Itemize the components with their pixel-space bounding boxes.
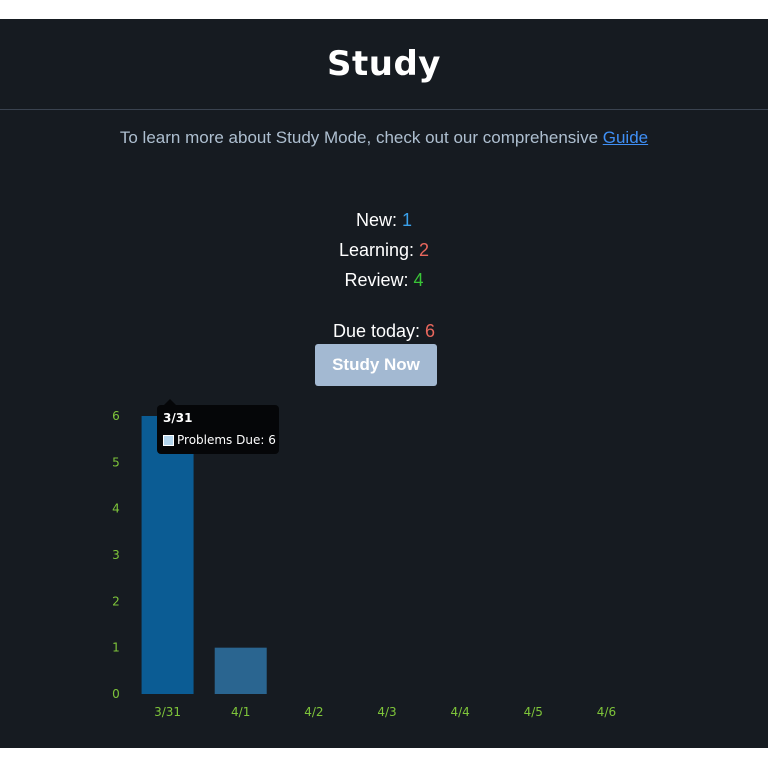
x-tick-label: 4/1 xyxy=(231,705,250,719)
tooltip-title: 3/31 xyxy=(163,411,193,425)
tooltip-row: Problems Due: 6 xyxy=(163,433,276,447)
tooltip-swatch xyxy=(163,434,174,446)
y-tick-label: 0 xyxy=(112,687,120,701)
x-tick-label: 4/3 xyxy=(377,705,396,719)
y-tick-label: 5 xyxy=(112,455,120,469)
y-tick-label: 4 xyxy=(112,502,120,516)
due-chart: 0 1 2 3 4 5 6 3/31 4/1 4/2 4/3 4/4 4/5 4/6 xyxy=(112,409,616,719)
x-tick-label: 4/4 xyxy=(450,705,469,719)
tooltip-label: Problems Due: 6 xyxy=(177,433,276,447)
x-tick-label: 4/2 xyxy=(304,705,323,719)
chart-tooltip: 3/31 Problems Due: 6 xyxy=(157,399,279,454)
y-tick-label: 3 xyxy=(112,548,120,562)
y-tick-label: 2 xyxy=(112,594,120,608)
y-tick-label: 6 xyxy=(112,409,120,423)
x-tick-label: 4/5 xyxy=(524,705,543,719)
x-tick-label: 4/6 xyxy=(597,705,616,719)
bar-3-31[interactable] xyxy=(141,416,194,694)
bar-4-1[interactable] xyxy=(214,647,267,694)
x-tick-label: 3/31 xyxy=(154,705,181,719)
y-tick-label: 1 xyxy=(112,641,120,655)
